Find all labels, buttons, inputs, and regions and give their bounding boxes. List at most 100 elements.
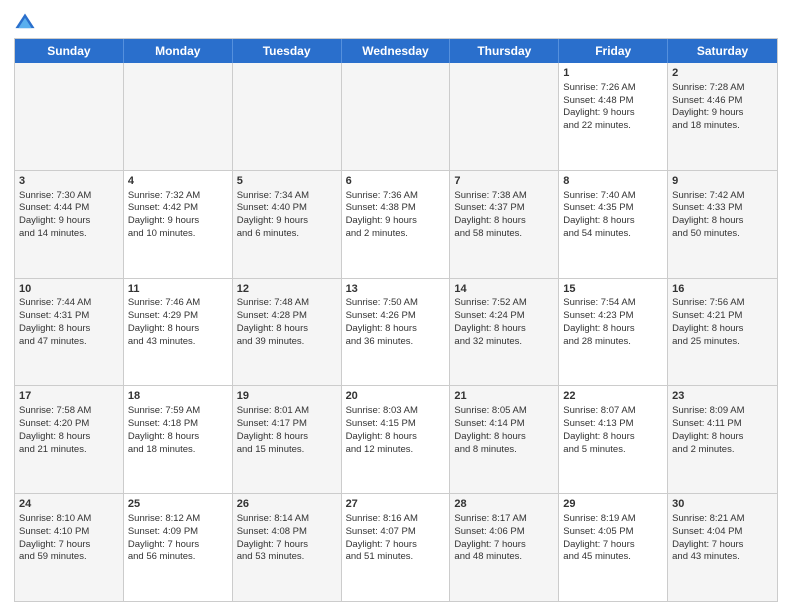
day-number: 12 — [237, 282, 337, 297]
day-detail: Sunrise: 8:01 AM — [237, 405, 337, 418]
cal-cell — [124, 63, 233, 170]
day-detail: and 43 minutes. — [128, 336, 228, 349]
day-number: 7 — [454, 174, 554, 189]
day-detail: Sunrise: 7:38 AM — [454, 190, 554, 203]
day-number: 20 — [346, 389, 446, 404]
day-number: 15 — [563, 282, 663, 297]
day-detail: and 32 minutes. — [454, 336, 554, 349]
cal-cell: 17Sunrise: 7:58 AMSunset: 4:20 PMDayligh… — [15, 386, 124, 493]
day-detail: Sunset: 4:13 PM — [563, 418, 663, 431]
day-detail: and 2 minutes. — [346, 228, 446, 241]
cal-cell — [15, 63, 124, 170]
day-number: 27 — [346, 497, 446, 512]
header — [14, 12, 778, 34]
day-detail: and 53 minutes. — [237, 551, 337, 564]
day-detail: Daylight: 8 hours — [454, 215, 554, 228]
day-detail: Sunrise: 8:16 AM — [346, 513, 446, 526]
calendar-header-row: SundayMondayTuesdayWednesdayThursdayFrid… — [15, 39, 777, 63]
cal-cell: 2Sunrise: 7:28 AMSunset: 4:46 PMDaylight… — [668, 63, 777, 170]
day-detail: Sunrise: 7:42 AM — [672, 190, 773, 203]
cal-cell: 10Sunrise: 7:44 AMSunset: 4:31 PMDayligh… — [15, 279, 124, 386]
day-detail: and 58 minutes. — [454, 228, 554, 241]
day-detail: Sunrise: 7:52 AM — [454, 297, 554, 310]
cal-cell: 22Sunrise: 8:07 AMSunset: 4:13 PMDayligh… — [559, 386, 668, 493]
day-detail: Sunrise: 7:32 AM — [128, 190, 228, 203]
cal-cell: 25Sunrise: 8:12 AMSunset: 4:09 PMDayligh… — [124, 494, 233, 601]
day-detail: Sunrise: 7:58 AM — [19, 405, 119, 418]
cal-cell: 29Sunrise: 8:19 AMSunset: 4:05 PMDayligh… — [559, 494, 668, 601]
day-number: 13 — [346, 282, 446, 297]
day-detail: Sunrise: 7:26 AM — [563, 82, 663, 95]
cal-header-wednesday: Wednesday — [342, 39, 451, 63]
day-number: 29 — [563, 497, 663, 512]
day-number: 14 — [454, 282, 554, 297]
day-detail: Daylight: 8 hours — [563, 431, 663, 444]
day-number: 16 — [672, 282, 773, 297]
day-detail: Sunset: 4:20 PM — [19, 418, 119, 431]
day-number: 21 — [454, 389, 554, 404]
day-number: 24 — [19, 497, 119, 512]
cal-cell — [450, 63, 559, 170]
cal-cell — [342, 63, 451, 170]
day-detail: Sunrise: 7:48 AM — [237, 297, 337, 310]
day-detail: Sunset: 4:17 PM — [237, 418, 337, 431]
day-detail: Sunrise: 7:46 AM — [128, 297, 228, 310]
day-detail: and 14 minutes. — [19, 228, 119, 241]
cal-cell: 20Sunrise: 8:03 AMSunset: 4:15 PMDayligh… — [342, 386, 451, 493]
day-number: 23 — [672, 389, 773, 404]
day-detail: Sunset: 4:09 PM — [128, 526, 228, 539]
day-number: 8 — [563, 174, 663, 189]
day-detail: Sunrise: 8:17 AM — [454, 513, 554, 526]
day-number: 19 — [237, 389, 337, 404]
day-number: 9 — [672, 174, 773, 189]
cal-cell: 3Sunrise: 7:30 AMSunset: 4:44 PMDaylight… — [15, 171, 124, 278]
day-detail: Daylight: 8 hours — [672, 215, 773, 228]
day-detail: Sunset: 4:46 PM — [672, 95, 773, 108]
day-detail: Daylight: 8 hours — [19, 323, 119, 336]
day-detail: Sunset: 4:44 PM — [19, 202, 119, 215]
day-detail: Daylight: 8 hours — [128, 431, 228, 444]
day-detail: Sunrise: 7:50 AM — [346, 297, 446, 310]
day-detail: Daylight: 8 hours — [237, 323, 337, 336]
day-detail: and 54 minutes. — [563, 228, 663, 241]
cal-cell: 12Sunrise: 7:48 AMSunset: 4:28 PMDayligh… — [233, 279, 342, 386]
day-detail: Daylight: 9 hours — [237, 215, 337, 228]
cal-header-thursday: Thursday — [450, 39, 559, 63]
day-detail: Sunset: 4:06 PM — [454, 526, 554, 539]
day-number: 4 — [128, 174, 228, 189]
day-detail: and 18 minutes. — [128, 444, 228, 457]
day-detail: Sunset: 4:04 PM — [672, 526, 773, 539]
page: SundayMondayTuesdayWednesdayThursdayFrid… — [0, 0, 792, 612]
day-detail: Sunrise: 8:10 AM — [19, 513, 119, 526]
day-detail: Sunrise: 8:03 AM — [346, 405, 446, 418]
day-detail: Sunset: 4:38 PM — [346, 202, 446, 215]
day-detail: Daylight: 7 hours — [237, 539, 337, 552]
logo — [14, 12, 40, 34]
day-detail: Daylight: 8 hours — [454, 431, 554, 444]
day-detail: Sunrise: 7:59 AM — [128, 405, 228, 418]
day-detail: Daylight: 8 hours — [454, 323, 554, 336]
cal-week-3: 10Sunrise: 7:44 AMSunset: 4:31 PMDayligh… — [15, 279, 777, 387]
cal-cell: 19Sunrise: 8:01 AMSunset: 4:17 PMDayligh… — [233, 386, 342, 493]
day-detail: Sunset: 4:40 PM — [237, 202, 337, 215]
calendar-body: 1Sunrise: 7:26 AMSunset: 4:48 PMDaylight… — [15, 63, 777, 601]
day-number: 17 — [19, 389, 119, 404]
day-detail: and 28 minutes. — [563, 336, 663, 349]
day-number: 2 — [672, 66, 773, 81]
cal-header-sunday: Sunday — [15, 39, 124, 63]
cal-cell: 13Sunrise: 7:50 AMSunset: 4:26 PMDayligh… — [342, 279, 451, 386]
day-detail: and 15 minutes. — [237, 444, 337, 457]
day-detail: Sunset: 4:10 PM — [19, 526, 119, 539]
day-detail: Daylight: 7 hours — [563, 539, 663, 552]
cal-cell: 27Sunrise: 8:16 AMSunset: 4:07 PMDayligh… — [342, 494, 451, 601]
day-detail: Sunset: 4:35 PM — [563, 202, 663, 215]
day-detail: and 36 minutes. — [346, 336, 446, 349]
day-detail: Daylight: 7 hours — [19, 539, 119, 552]
day-detail: and 8 minutes. — [454, 444, 554, 457]
day-number: 5 — [237, 174, 337, 189]
day-detail: Sunset: 4:07 PM — [346, 526, 446, 539]
day-detail: Sunrise: 7:54 AM — [563, 297, 663, 310]
day-detail: Sunrise: 7:28 AM — [672, 82, 773, 95]
cal-cell: 26Sunrise: 8:14 AMSunset: 4:08 PMDayligh… — [233, 494, 342, 601]
day-detail: and 43 minutes. — [672, 551, 773, 564]
